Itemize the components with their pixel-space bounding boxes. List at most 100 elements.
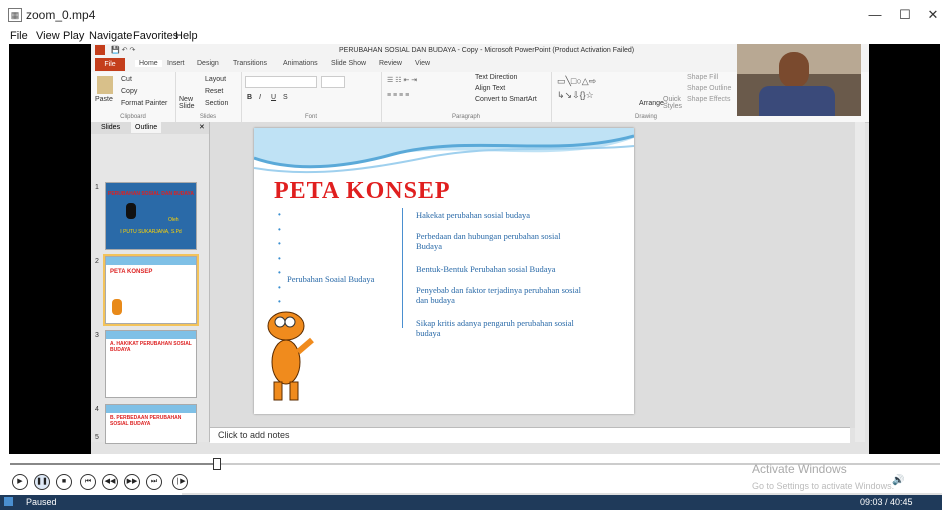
volume-icon[interactable]: 🔊 [892, 475, 904, 486]
text-direction-button[interactable]: Text Direction [475, 74, 517, 81]
menu-play[interactable]: Play [63, 30, 84, 42]
vertical-scrollbar[interactable] [855, 122, 865, 442]
notes-placeholder: Click to add notes [218, 430, 290, 440]
status-icon [4, 497, 13, 506]
bracket-line [402, 208, 403, 328]
menu-view[interactable]: View [36, 30, 60, 42]
concept-item-5: Sikap kritis adanya pengaruh perubahan s… [416, 318, 574, 338]
frame-step-icon[interactable]: ❘▶ [172, 474, 188, 490]
previous-icon[interactable]: ⏮ [80, 474, 96, 490]
shape-effects-button[interactable]: Shape Effects [687, 96, 730, 103]
menu-favorites[interactable]: Favorites [133, 30, 178, 42]
paste-button[interactable]: Paste [95, 96, 113, 103]
thumb-number: 3 [95, 332, 99, 339]
shape-outline-button[interactable]: Shape Outline [687, 85, 731, 92]
close-button[interactable]: ✕ [918, 6, 942, 24]
close-pane-icon[interactable]: ✕ [199, 123, 205, 131]
activation-watermark-title: Activate Windows [752, 462, 847, 476]
thumb-wave [106, 405, 196, 413]
smartart-button[interactable]: Convert to SmartArt [475, 96, 537, 103]
thumb-sub: Oleh [168, 217, 179, 223]
tab-review[interactable]: Review [379, 60, 402, 67]
quick-styles-button[interactable]: Quick Styles [663, 96, 685, 110]
thumb-wave [106, 331, 196, 339]
slide-thumbnail-3[interactable]: A. HAKIKAT PERUBAHAN SOSIAL BUDAYA [105, 330, 197, 398]
italic-button[interactable]: I [259, 94, 261, 101]
minimize-button[interactable]: — [860, 6, 890, 24]
seek-progress [10, 463, 217, 465]
ppt-logo-icon [95, 45, 105, 55]
concept-item-1: Hakekat perubahan sosial budaya [416, 210, 530, 220]
tab-slide-show[interactable]: Slide Show [331, 60, 366, 67]
menu-file[interactable]: File [10, 30, 28, 42]
thumb-wave [106, 257, 196, 265]
forward-icon[interactable]: ▶▶ [124, 474, 140, 490]
format-painter-button[interactable]: Format Painter [121, 100, 167, 107]
bullets-icon[interactable]: ☰ ☷ ⇤ ⇥ [387, 76, 417, 84]
copy-button[interactable]: Copy [121, 88, 137, 95]
menu-help[interactable]: Help [175, 30, 198, 42]
align-text-button[interactable]: Align Text [475, 85, 505, 92]
cut-button[interactable]: Cut [121, 76, 132, 83]
bold-button[interactable]: B [247, 94, 252, 101]
slides-label: Slides [199, 114, 217, 120]
underline-button[interactable]: U [271, 94, 276, 101]
tab-transitions[interactable]: Transitions [233, 60, 267, 67]
layout-button[interactable]: Layout [205, 76, 226, 83]
clipboard-group: Paste Cut Copy Format Painter Clipboard [91, 72, 176, 122]
font-name-box[interactable] [245, 76, 317, 88]
align-icon[interactable]: ≡ ≡ ≡ ≡ [387, 92, 409, 99]
thumb-title: A. HAKIKAT PERUBAHAN SOSIAL BUDAYA [110, 341, 192, 353]
play-icon[interactable]: ▶ [12, 474, 28, 490]
quick-access-icon[interactable]: 💾 ↶ ↷ [111, 46, 135, 54]
shapes-gallery-row2-icon[interactable]: ↳↘⇩{}☆ [557, 90, 594, 101]
slide-thumbnail-1[interactable]: PERUBAHAN SOSIAL DAN BUDAYA Oleh I PUTU … [105, 182, 197, 250]
app-icon: ▦ [8, 8, 22, 22]
pane-tabs: Slides Outline ✕ [91, 122, 209, 134]
drawing-label: Drawing [634, 114, 657, 120]
rewind-icon[interactable]: ◀◀ [102, 474, 118, 490]
center-topic: Perubahan Soaial Budaya [287, 274, 375, 284]
tab-slides[interactable]: Slides [101, 124, 120, 131]
tab-view[interactable]: View [415, 60, 430, 67]
drawing-group: ▭╲□○△⇨ ↳↘⇩{}☆ Arrange Quick Styles Shape… [551, 72, 741, 122]
tab-file[interactable]: File [95, 58, 125, 71]
shapes-gallery-icon[interactable]: ▭╲□○△⇨ [557, 76, 596, 87]
arrange-button[interactable]: Arrange [639, 100, 664, 107]
slide-thumbnail-4[interactable]: B. PERBEDAAN PERUBAHAN SOSIAL BUDAYA [105, 404, 197, 444]
tab-design[interactable]: Design [197, 60, 219, 67]
notes-pane[interactable]: Click to add notes [210, 427, 850, 443]
section-button[interactable]: Section [205, 100, 228, 107]
slide-thumbnail-2[interactable]: PETA KONSEP [103, 254, 199, 326]
tab-home[interactable]: Home [135, 60, 162, 67]
stop-icon[interactable]: ■ [56, 474, 72, 490]
webcam-overlay [737, 44, 861, 116]
reset-button[interactable]: Reset [205, 88, 223, 95]
tab-animations[interactable]: Animations [283, 60, 318, 67]
thumb-character-icon [126, 203, 136, 219]
pause-icon[interactable]: ❚❚ [34, 474, 50, 490]
player-status-bar: Paused 09:03 / 40:45 [0, 495, 942, 510]
presenter-face [779, 52, 809, 88]
paste-icon[interactable] [97, 76, 113, 94]
menu-navigate[interactable]: Navigate [89, 30, 132, 42]
thumb-name: I PUTU SUKARJANA, S.Pd [120, 229, 182, 235]
maximize-button[interactable]: ☐ [890, 6, 920, 24]
presenter-shirt [759, 86, 835, 116]
seek-handle[interactable] [213, 458, 222, 470]
current-slide[interactable]: PETA KONSEP ••••••••• Perubahan Soaial B… [254, 128, 634, 414]
title-bar: ▦ zoom_0.mp4 — ☐ ✕ [0, 0, 942, 30]
slide-title: PETA KONSEP [274, 178, 451, 204]
tab-outline[interactable]: Outline [131, 122, 162, 133]
new-slide-button[interactable]: New Slide [179, 96, 201, 110]
concept-item-4: Penyebab dan faktor terjadinya perubahan… [416, 285, 581, 305]
shape-fill-button[interactable]: Shape Fill [687, 74, 718, 81]
thumb-number: 2 [95, 258, 99, 265]
thumb-garfield-icon [112, 299, 122, 315]
strike-button[interactable]: S [283, 94, 288, 101]
next-icon[interactable]: ⏭ [146, 474, 162, 490]
garfield-icon [267, 311, 314, 401]
paragraph-group: ☰ ☷ ⇤ ⇥ ≡ ≡ ≡ ≡ Text Direction Align Tex… [381, 72, 552, 122]
tab-insert[interactable]: Insert [167, 60, 185, 67]
font-size-box[interactable] [321, 76, 345, 88]
